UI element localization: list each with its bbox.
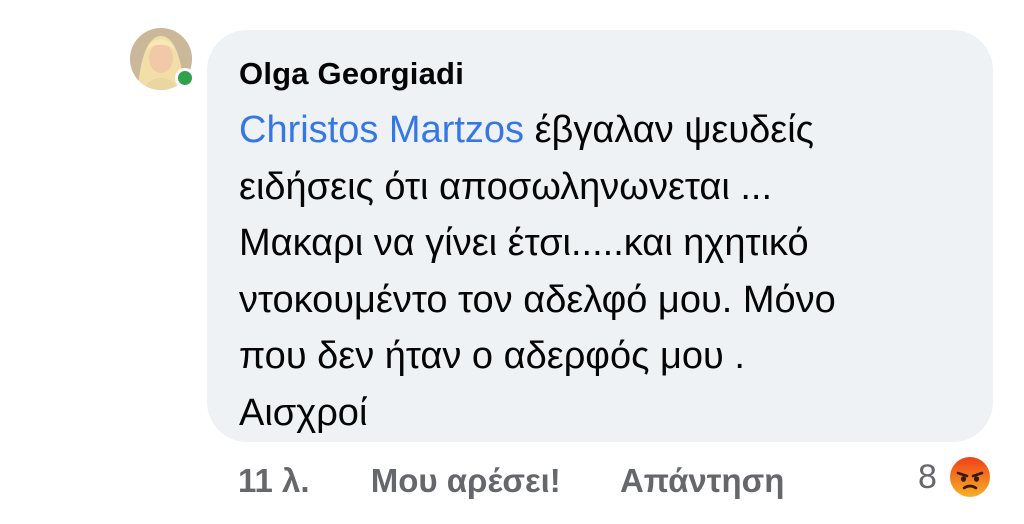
reply-button[interactable]: Απάντηση	[620, 462, 784, 500]
angry-emoji-icon	[949, 456, 991, 498]
avatar[interactable]	[130, 28, 195, 90]
reaction-count: 8	[918, 457, 937, 496]
mention-link[interactable]: Christos Martzos	[239, 109, 524, 151]
like-button[interactable]: Μου αρέσει!	[371, 462, 561, 500]
comment-line: έβγαλαν ψευδείς	[524, 109, 814, 151]
comment-line: ντοκουμέντο τον αδελφό μου. Μόνο	[239, 278, 836, 321]
comment-timestamp[interactable]: 11 λ.	[238, 462, 310, 500]
comment: Olga Georgiadi Christos Martzos έβγαλαν …	[0, 0, 1024, 524]
comment-line: που δεν ήταν ο αδερφός μου .	[239, 335, 745, 378]
comment-author[interactable]: Olga Georgiadi	[239, 56, 464, 92]
comment-bubble: Olga Georgiadi Christos Martzos έβγαλαν …	[207, 30, 993, 442]
reaction-summary[interactable]: 8	[918, 456, 991, 506]
online-status-dot	[175, 68, 195, 88]
comment-line: ειδήσεις ότι αποσωληνωνεται ...	[239, 165, 773, 208]
comment-text: Christos Martzos έβγαλαν ψευδείς ειδήσεις…	[239, 102, 979, 442]
comment-actions: 11 λ. Μου αρέσει! Απάντηση	[238, 460, 784, 510]
comment-line: Μακαρι να γίνει έτσι.....και ηχητικό	[239, 222, 809, 265]
comment-line: Αισχροί	[239, 391, 368, 434]
